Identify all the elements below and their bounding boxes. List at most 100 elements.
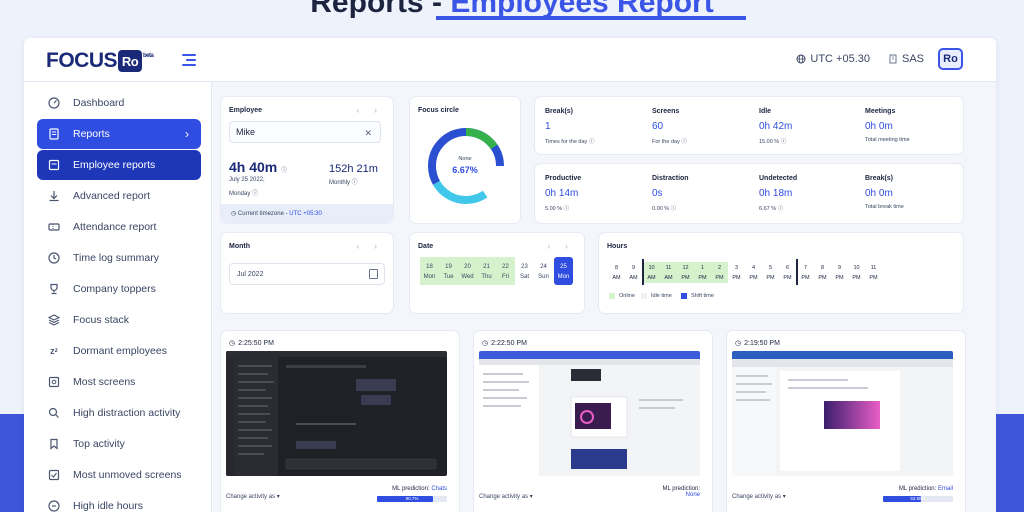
- hour-slot[interactable]: 10 AM: [643, 262, 660, 283]
- hour-slot[interactable]: 4 PM: [745, 262, 762, 283]
- weekday-label: Monday ⓘ: [229, 191, 259, 197]
- logo-badge: Ro: [118, 50, 142, 72]
- heading-underline: [436, 16, 746, 20]
- stat-sub: 0.00 % ⓘ: [652, 206, 677, 212]
- date-label: July 25 2022,: [229, 177, 265, 183]
- sidebar-item-dashboard[interactable]: Dashboard: [37, 88, 201, 118]
- month-nav-arrows[interactable]: ‹ ›: [357, 241, 384, 251]
- ml-confidence-bar: 53.88%: [883, 496, 953, 502]
- day-24[interactable]: 24 Sun: [534, 257, 553, 285]
- sidebar-item-label: Employee reports: [73, 159, 156, 171]
- hour-slot[interactable]: 6 PM: [779, 262, 796, 283]
- screenshot-image[interactable]: [226, 351, 447, 476]
- change-activity-dropdown[interactable]: Change activity as ▾: [732, 493, 786, 500]
- day-23[interactable]: 23 Sat: [515, 257, 534, 285]
- sidebar-item-top-activity[interactable]: Top activity: [37, 429, 201, 459]
- stat-sub: 15.00 % ⓘ: [759, 139, 787, 145]
- reports-icon: [47, 127, 61, 141]
- screenshot-image[interactable]: [732, 351, 953, 476]
- employee-nav-arrows[interactable]: ‹ ›: [357, 105, 384, 115]
- stat-productive: Productive 0h 14m 5.00 % ⓘ: [545, 175, 581, 212]
- sidebar-item-label: Company toppers: [73, 283, 156, 295]
- hour-slot[interactable]: 12 PM: [677, 262, 694, 283]
- hour-slot[interactable]: 8 PM: [814, 262, 831, 283]
- avatar[interactable]: Ro: [938, 48, 963, 70]
- trophy-icon: [47, 282, 61, 296]
- logo[interactable]: FOCUS Ro beta: [46, 49, 154, 73]
- sidebar-item-label: Focus stack: [73, 314, 130, 326]
- stats-card-top: Break(s) 1 Times for the day ⓘ Screens 60 Fo…: [534, 96, 964, 155]
- sidebar-item-label: Most unmoved screens: [73, 469, 182, 481]
- hour-slot[interactable]: 10 PM: [848, 262, 865, 283]
- ml-prediction: ML prediction: Email: [898, 486, 953, 492]
- sidebar-item-employee-reports[interactable]: Employee reports: [37, 150, 201, 180]
- date-nav-arrows[interactable]: ‹ ›: [548, 241, 575, 251]
- hour-slot[interactable]: 9 PM: [831, 262, 848, 283]
- timezone-strip-label: Current timezone -: [237, 211, 288, 217]
- zzz-icon: zᶻ: [50, 346, 58, 356]
- sidebar-item-label: Advanced report: [73, 190, 151, 202]
- hours-card: Hours 8 AM 9 AM 10 AM 11 AM 12 PM 1 PM 2 PM 3 PM…: [598, 232, 964, 314]
- sidebar-item-high-distraction-activity[interactable]: High distraction activity: [37, 398, 201, 428]
- legend-idle: Idle time: [641, 293, 672, 299]
- sidebar-item-label: Attendance report: [73, 221, 157, 233]
- hour-slot[interactable]: 9 AM: [625, 262, 642, 283]
- stat-screens: Screens 60 For the day ⓘ: [652, 108, 687, 145]
- hour-slot[interactable]: 3 PM: [728, 262, 745, 283]
- sidebar-item-reports[interactable]: Reports ›: [37, 119, 201, 149]
- screenshot-card-1: ◷ 2:25:50 PM Change activity as ▾ ML pre…: [220, 330, 460, 512]
- sidebar-item-company-toppers[interactable]: Company toppers: [37, 274, 201, 304]
- month-picker[interactable]: Jul 2022: [229, 263, 385, 285]
- logo-tag: beta: [143, 53, 154, 59]
- timezone-selector[interactable]: UTC +05.30: [796, 53, 870, 65]
- stat-sub: 6.67 % ⓘ: [759, 206, 784, 212]
- stat-sub: 5.00 % ⓘ: [545, 206, 570, 212]
- ml-prediction: ML prediction: None: [662, 486, 700, 498]
- hour-slot[interactable]: 8 AM: [608, 262, 625, 283]
- employee-select[interactable]: Mike ✕: [229, 121, 381, 143]
- day-18[interactable]: 18 Mon: [420, 257, 439, 285]
- sidebar-item-most-unmoved-screens[interactable]: Most unmoved screens: [37, 460, 201, 490]
- clear-icon[interactable]: ✕: [364, 128, 372, 139]
- weekday-value: Monday: [229, 191, 251, 197]
- hour-slot[interactable]: 1 PM: [694, 262, 711, 283]
- screenshot-time: ◷ 2:19:50 PM: [735, 339, 780, 348]
- bookmark-icon: [47, 437, 61, 451]
- day-20[interactable]: 20 Wed: [458, 257, 477, 285]
- unmoved-icon: [47, 468, 61, 482]
- stat-value: 1: [545, 121, 551, 132]
- calendar-icon[interactable]: [369, 269, 378, 279]
- sidebar-item-advanced-report[interactable]: Advanced report: [37, 181, 201, 211]
- stat-undetected: Undetected 0h 18m 6.67 % ⓘ: [759, 175, 797, 212]
- organization-selector[interactable]: SAS: [888, 53, 924, 65]
- day-25-selected[interactable]: 25 Mon: [554, 257, 573, 285]
- hours-card-title: Hours: [607, 243, 628, 250]
- change-activity-dropdown[interactable]: Change activity as ▾: [479, 493, 533, 500]
- month-card-title: Month: [229, 243, 250, 250]
- sidebar-item-most-screens[interactable]: Most screens: [37, 367, 201, 397]
- day-21[interactable]: 21 Thu: [477, 257, 496, 285]
- legend-shift: Shift time: [681, 293, 714, 299]
- hour-slot[interactable]: 2 PM: [711, 262, 728, 283]
- hour-slot[interactable]: 5 PM: [762, 262, 779, 283]
- employee-reports-icon: [47, 158, 61, 172]
- day-19[interactable]: 19 Tue: [439, 257, 458, 285]
- date-card: Date ‹ › 18 Mon 19 Tue 20 Wed 21 Thu 22 Fri 2…: [409, 232, 585, 314]
- sidebar-item-time-log-summary[interactable]: Time log summary: [37, 243, 201, 273]
- screenshot-thumbnail-chat: [226, 351, 447, 476]
- sidebar-item-high-idle-hours[interactable]: High idle hours: [37, 491, 201, 512]
- stat-label: Break(s): [545, 108, 574, 115]
- hour-slot[interactable]: 11 AM: [660, 262, 677, 283]
- menu-toggle-icon[interactable]: [182, 54, 196, 66]
- hour-slot[interactable]: 7 PM: [797, 262, 814, 283]
- sidebar-item-attendance-report[interactable]: Attendance report: [37, 212, 201, 242]
- stat-value: 0h 0m: [865, 188, 893, 199]
- focus-circle-card: Focus circle None 6.67%: [409, 96, 521, 224]
- screenshot-image[interactable]: [479, 351, 700, 476]
- sidebar-item-dormant-employees[interactable]: zᶻ Dormant employees: [37, 336, 201, 366]
- day-22[interactable]: 22 Fri: [496, 257, 515, 285]
- change-activity-dropdown[interactable]: Change activity as ▾: [226, 493, 280, 500]
- hour-slot[interactable]: 11 PM: [865, 262, 882, 283]
- employee-card-title: Employee: [229, 107, 263, 114]
- sidebar-item-focus-stack[interactable]: Focus stack: [37, 305, 201, 335]
